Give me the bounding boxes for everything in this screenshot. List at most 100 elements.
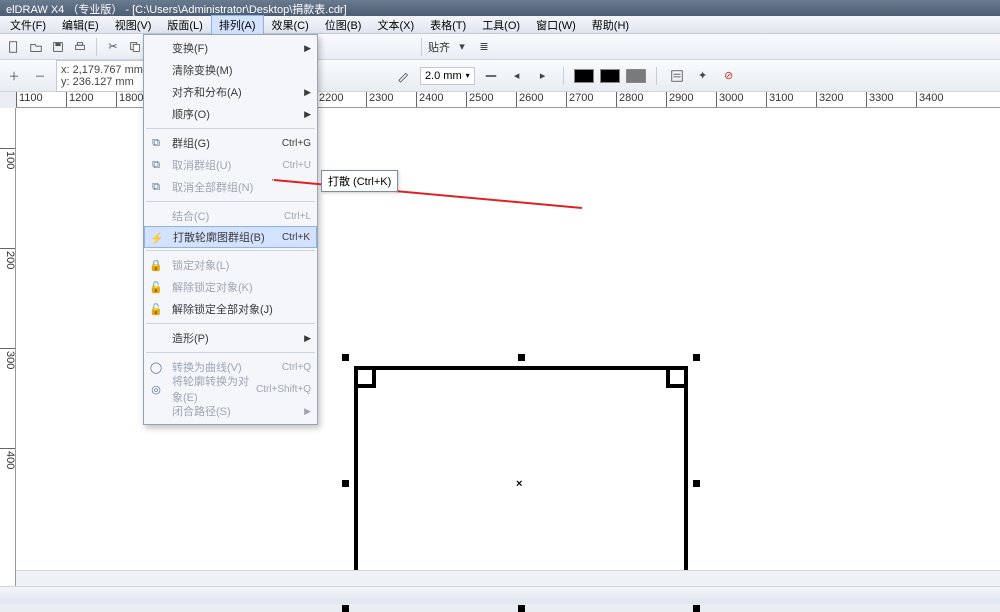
coord-display: x: 2,179.767 mm y: 236.127 mm [56,60,148,92]
menu-file[interactable]: 文件(F) [2,15,54,35]
menu-arrange[interactable]: 排列(A) [211,15,264,35]
end-arrow-icon[interactable]: ▸ [533,66,553,86]
handle-r[interactable] [693,480,700,487]
coord-y: y: 236.127 mm [61,76,143,88]
outline-pen-icon[interactable] [394,66,414,86]
menu-separator [146,323,315,324]
effects-icon[interactable]: ✦ [693,66,713,86]
ungroup-all-icon: ⧉ [148,179,164,195]
ruler-tick: 3300 [866,92,893,108]
ruler-tick: 1200 [66,92,93,108]
handle-l[interactable] [342,480,349,487]
cut-icon[interactable]: ✂ [103,37,123,57]
new-icon[interactable] [4,37,24,57]
handle-bl[interactable] [342,605,349,612]
menu-order[interactable]: 顺序(O)▶ [144,103,317,125]
menu-table[interactable]: 表格(T) [422,15,474,35]
menu-tools[interactable]: 工具(O) [474,15,528,35]
menu-bitmaps[interactable]: 位图(B) [317,15,370,35]
menu-group[interactable]: ⧉群组(G)Ctrl+G [144,132,317,154]
menu-close-path: 闭合路径(S)▶ [144,400,317,422]
to-curves-icon: ◯ [148,359,164,375]
unlock-icon: 🔓 [148,279,164,295]
ruler-tick: 2300 [366,92,393,108]
chevron-down-icon: ▾ [466,71,470,80]
separator [421,38,422,56]
ruler-tick: 200 [0,248,16,288]
line-style-icon[interactable] [481,66,501,86]
handle-br[interactable] [693,605,700,612]
fill-swatch-3[interactable] [626,69,646,83]
add-icon[interactable]: ＋ [4,66,24,86]
submenu-arrow-icon: ▶ [304,406,311,417]
lock-icon: 🔒 [148,257,164,273]
menu-unlock-all[interactable]: 🔓解除锁定全部对象(J) [144,298,317,320]
handle-t[interactable] [518,354,525,361]
ruler-tick: 300 [0,348,16,388]
menu-ungroup: ⧉取消群组(U)Ctrl+U [144,154,317,176]
ruler-tick: 3000 [716,92,743,108]
menu-lock: 🔒锁定对象(L) [144,254,317,276]
save-icon[interactable] [48,37,68,57]
ruler-tick: 1100 [16,92,43,108]
fill-swatch-1[interactable] [574,69,594,83]
menu-outline-to-obj: ◎将轮廓转换为对象(E)Ctrl+Shift+Q [144,378,317,400]
tooltip: 打散 (Ctrl+K) [321,170,398,192]
arrange-menu: 变换(F)▶ 清除变换(M) 对齐和分布(A)▶ 顺序(O)▶ ⧉群组(G)Ct… [143,34,318,425]
menu-break-apart[interactable]: ⚡打散轮廓图群组(B)Ctrl+K [144,226,317,248]
submenu-arrow-icon: ▶ [304,43,311,54]
snap-dropdown-icon[interactable]: ▾ [452,37,472,57]
separator [563,67,564,85]
separator [96,38,97,56]
ruler-tick: 3100 [766,92,793,108]
menu-clear-transform[interactable]: 清除变换(M) [144,59,317,81]
menu-bar: 文件(F) 编辑(E) 视图(V) 版面(L) 排列(A) 效果(C) 位图(B… [0,16,1000,34]
ungroup-icon: ⧉ [148,157,164,173]
start-arrow-icon[interactable]: ◂ [507,66,527,86]
ruler-tick: 2400 [416,92,443,108]
ruler-tick: 100 [0,148,16,188]
remove-icon[interactable]: － [30,66,50,86]
page-tabs[interactable] [16,570,1000,586]
menu-effects[interactable]: 效果(C) [264,15,317,35]
menu-text[interactable]: 文本(X) [369,15,422,35]
menu-transform[interactable]: 变换(F)▶ [144,37,317,59]
menu-separator [146,352,315,353]
menu-separator [146,128,315,129]
open-icon[interactable] [26,37,46,57]
menu-edit[interactable]: 编辑(E) [54,15,107,35]
ruler-tick: 2200 [316,92,343,108]
menu-view[interactable]: 视图(V) [107,15,160,35]
menu-shaping[interactable]: 造形(P)▶ [144,327,317,349]
submenu-arrow-icon: ▶ [304,109,311,120]
center-marker: × [516,478,522,490]
outline-to-obj-icon: ◎ [148,381,164,397]
menu-separator [146,250,315,251]
ruler-tick: 2900 [666,92,693,108]
copy-icon[interactable] [125,37,145,57]
menu-window[interactable]: 窗口(W) [528,15,584,35]
menu-unlock: 🔓解除锁定对象(K) [144,276,317,298]
ruler-tick: 3200 [816,92,843,108]
menu-help[interactable]: 帮助(H) [584,15,637,35]
ruler-tick: 2500 [466,92,493,108]
print-icon[interactable] [70,37,90,57]
fill-swatch-2[interactable] [600,69,620,83]
handle-tr[interactable] [693,354,700,361]
ruler-tick: 2600 [516,92,543,108]
menu-layout[interactable]: 版面(L) [159,15,210,35]
group-icon: ⧉ [148,135,164,151]
handle-b[interactable] [518,605,525,612]
ruler-tick: 3400 [916,92,943,108]
break-apart-icon: ⚡ [149,230,165,246]
wrap-text-icon[interactable] [667,66,687,86]
submenu-arrow-icon: ▶ [304,333,311,344]
handle-tl[interactable] [342,354,349,361]
ruler-tick: 2700 [566,92,593,108]
stroke-width-combo[interactable]: 2.0 mm ▾ [420,67,475,85]
no-icon[interactable]: ⊘ [719,66,739,86]
menu-align-distribute[interactable]: 对齐和分布(A)▶ [144,81,317,103]
ruler-tick: 400 [0,448,16,488]
align-label: 贴齐 [428,39,450,55]
options-icon[interactable]: ≣ [474,37,494,57]
